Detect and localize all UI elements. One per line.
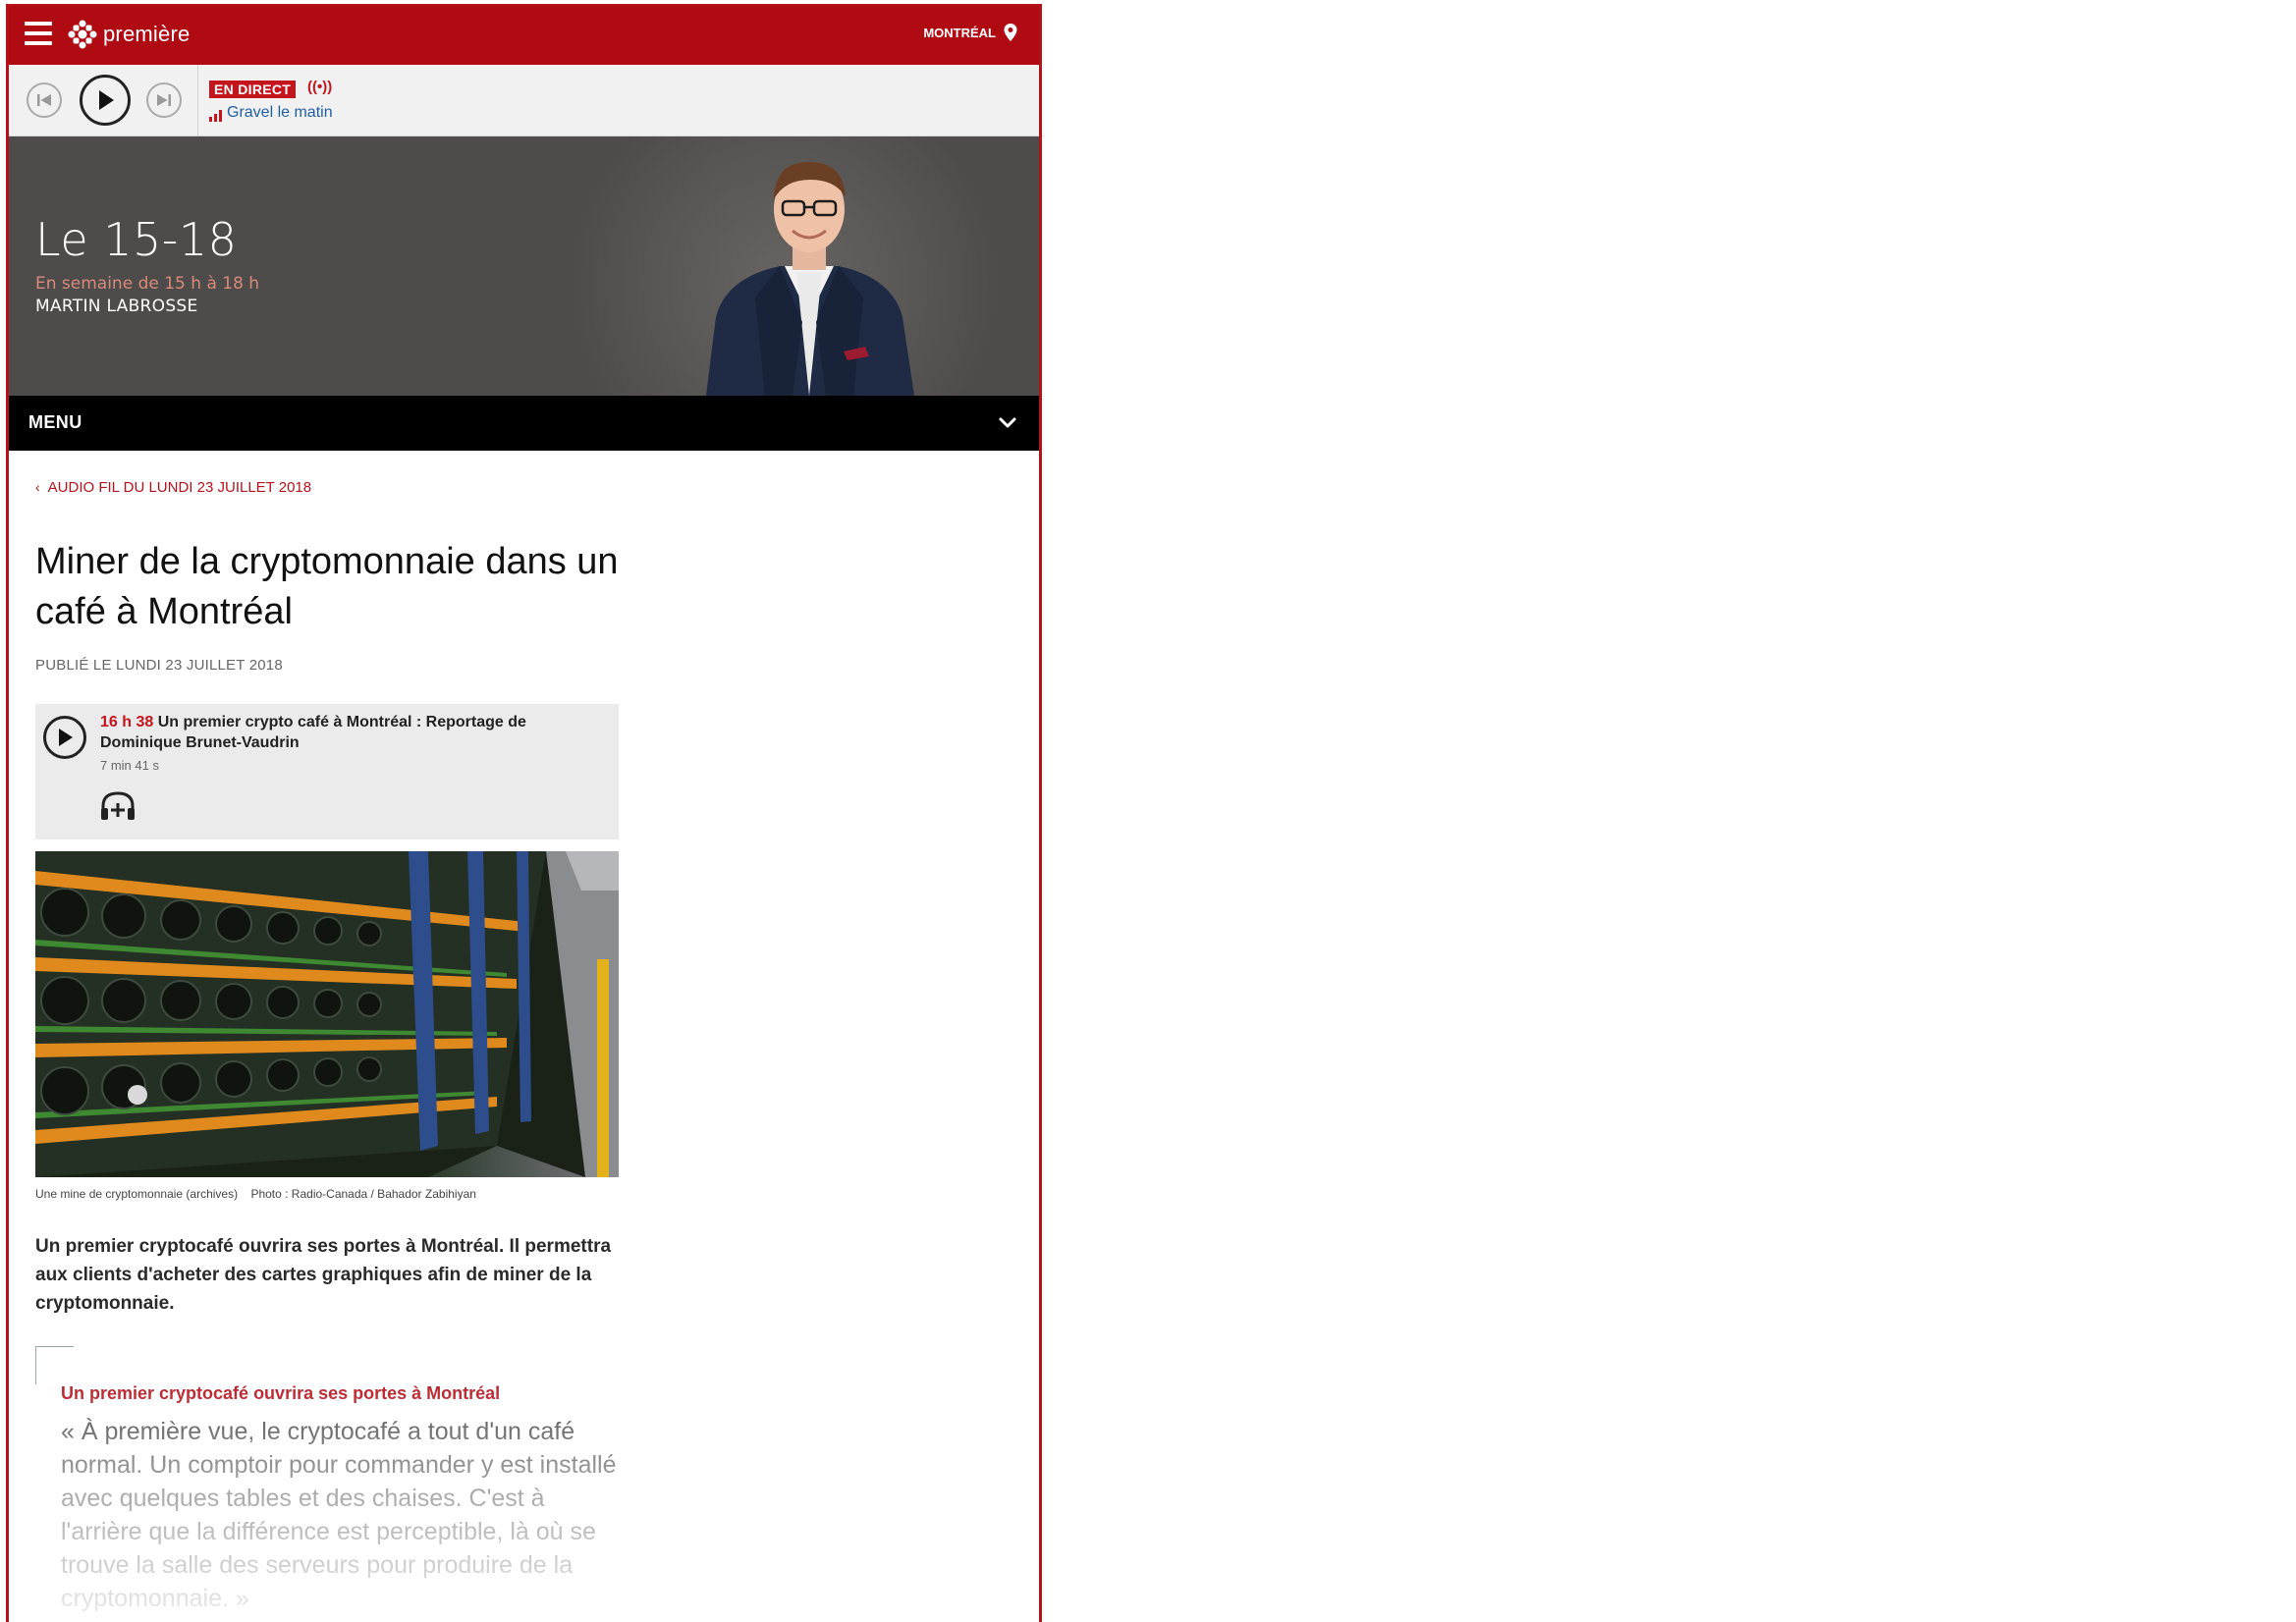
segment-play-button[interactable] <box>43 716 86 759</box>
hamburger-menu-icon[interactable] <box>25 22 52 45</box>
current-show-name: Gravel le matin <box>227 104 333 121</box>
premiere-logo[interactable]: première <box>68 19 190 50</box>
skip-previous-icon <box>37 94 51 106</box>
section-menu-toggle[interactable]: MENU <box>9 396 1039 451</box>
segment-duration: 7 min 41 s <box>100 758 159 773</box>
back-to-audio-feed-link[interactable]: ‹ AUDIO FIL DU LUNDI 23 JUILLET 2018 <box>35 478 350 498</box>
add-to-playlist-headphones-icon[interactable] <box>98 788 137 824</box>
radio-canada-gem-icon <box>68 20 97 49</box>
page-frame: première MONTRÉAL EN DIRECT ((•)) Gravel… <box>6 4 1042 1622</box>
region-label: MONTRÉAL <box>923 25 996 40</box>
chevron-left-icon: ‹ <box>35 479 40 495</box>
show-title: Le 15-18 <box>35 213 238 266</box>
chevron-down-icon <box>999 417 1016 428</box>
player-divider <box>197 65 198 135</box>
live-badge: EN DIRECT <box>209 81 297 98</box>
location-pin-icon <box>1004 24 1017 41</box>
segment-time: 16 h 38 <box>100 714 154 730</box>
skip-next-icon <box>157 94 171 106</box>
broadcast-icon: ((•)) <box>307 79 333 95</box>
play-icon <box>99 90 114 110</box>
segment-title[interactable]: 16 h 38 Un premier crypto café à Montréa… <box>100 712 591 753</box>
menu-label: MENU <box>28 412 82 432</box>
show-schedule: En semaine de 15 h à 18 h <box>35 274 260 294</box>
next-button[interactable] <box>146 82 182 118</box>
photo-credit: Photo : Radio-Canada / Bahador Zabihiyan <box>250 1187 476 1201</box>
quote-decoration <box>35 1346 74 1384</box>
segment-title-text: Un premier crypto café à Montréal : Repo… <box>100 714 526 751</box>
audio-segment-card: 16 h 38 Un premier crypto café à Montréa… <box>35 704 619 839</box>
previous-button[interactable] <box>27 82 62 118</box>
show-host: MARTIN LABROSSE <box>35 297 198 316</box>
live-player-bar: EN DIRECT ((•)) Gravel le matin <box>9 65 1039 136</box>
publish-date: PUBLIÉ LE LUNDI 23 JUILLET 2018 <box>35 657 283 674</box>
quote-heading-link[interactable]: Un premier cryptocafé ouvrira ses portes… <box>61 1383 500 1404</box>
article-lead: Un premier cryptocafé ouvrira ses portes… <box>35 1236 612 1314</box>
show-hero-banner: Le 15-18 En semaine de 15 h à 18 h MARTI… <box>9 136 1039 396</box>
region-selector[interactable]: MONTRÉAL <box>923 24 1017 41</box>
back-link-label: AUDIO FIL DU LUNDI 23 JUILLET 2018 <box>47 479 312 496</box>
top-bar: première MONTRÉAL <box>9 6 1039 65</box>
signal-bars-icon <box>209 110 222 122</box>
quote-body: « À première vue, le cryptocafé a tout d… <box>61 1418 617 1612</box>
current-show-link[interactable]: Gravel le matin <box>209 104 333 122</box>
brand-name: première <box>103 22 191 46</box>
photo-caption: Une mine de cryptomonnaie (archives) Pho… <box>35 1187 486 1201</box>
live-play-button[interactable] <box>80 75 131 126</box>
article-title: Miner de la cryptomonnaie dans un café à… <box>35 541 619 632</box>
host-portrait-image <box>706 162 914 396</box>
play-icon <box>59 729 73 746</box>
photo-caption-text: Une mine de cryptomonnaie (archives) <box>35 1187 239 1201</box>
crypto-mine-photo <box>35 851 619 1177</box>
